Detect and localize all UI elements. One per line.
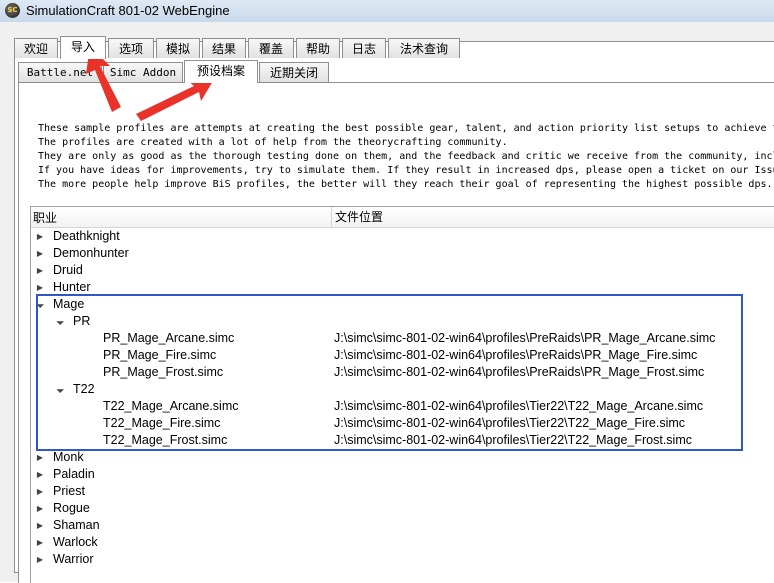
expanded-arrow-icon[interactable]: ◢ xyxy=(50,312,69,331)
collapsed-arrow-icon[interactable]: ▶ xyxy=(35,551,45,568)
main-tab-3[interactable]: 模拟 xyxy=(156,38,200,58)
tree-row-label: Shaman xyxy=(53,518,100,532)
title-bar: SC SimulationCraft 801-02 WebEngine xyxy=(0,0,774,23)
tree-row-label: Rogue xyxy=(53,501,90,515)
tree-row-label: Priest xyxy=(53,484,85,498)
collapsed-arrow-icon[interactable]: ▶ xyxy=(35,228,45,245)
tree-file-row[interactable]: PR_Mage_Arcane.simc J:\simc\simc-801-02-w… xyxy=(31,330,774,347)
tree-group-row[interactable]: ▶ Rogue xyxy=(31,500,774,517)
simc-logo-icon: SC xyxy=(5,3,20,18)
tree-row-label: Monk xyxy=(53,450,84,464)
tree-group-row[interactable]: ◢ PR xyxy=(31,313,774,330)
tree-row-label: PR_Mage_Fire.simc xyxy=(103,348,217,362)
description-line: If you have ideas for improvements, try … xyxy=(38,165,774,176)
main-tab-2[interactable]: 选项 xyxy=(108,38,154,58)
tree-row-label: Demonhunter xyxy=(53,246,129,260)
main-tab-0[interactable]: 欢迎 xyxy=(14,38,58,58)
tree-row-path: J:\simc\simc-801-02-win64\profiles\Tier2… xyxy=(334,416,686,430)
tree-group-row[interactable]: ▶ Druid xyxy=(31,262,774,279)
collapsed-arrow-icon[interactable]: ▶ xyxy=(35,483,45,500)
tree-row-label: Mage xyxy=(53,297,85,311)
tree-header: 职业 文件位置 xyxy=(31,207,774,228)
main-tab-8[interactable]: 法术查询 xyxy=(388,38,460,58)
main-tab-5[interactable]: 覆盖 xyxy=(248,38,294,58)
collapsed-arrow-icon[interactable]: ▶ xyxy=(35,517,45,534)
profiles-description: These sample profiles are attempts at cr… xyxy=(38,122,774,192)
main-tab-1[interactable]: 导入 xyxy=(60,36,106,59)
tree-group-row[interactable]: ▶ Priest xyxy=(31,483,774,500)
collapsed-arrow-icon[interactable]: ▶ xyxy=(35,449,45,466)
sub-tab-1[interactable]: Simc Addon xyxy=(103,62,183,82)
tree-group-row[interactable]: ▶ Paladin xyxy=(31,466,774,483)
tree-row-label: T22_Mage_Fire.simc xyxy=(103,416,221,430)
tree-row-label: T22 xyxy=(73,382,95,396)
tree-row-label: Hunter xyxy=(53,280,91,294)
collapsed-arrow-icon[interactable]: ▶ xyxy=(35,262,45,279)
tree-group-row[interactable]: ▶ Deathknight xyxy=(31,228,774,245)
tree-row-label: Druid xyxy=(53,263,83,277)
sub-tab-0[interactable]: Battle.net xyxy=(18,62,102,82)
description-line: The profiles are created with a lot of h… xyxy=(38,137,508,148)
main-tab-4[interactable]: 结果 xyxy=(202,38,246,58)
tree-file-row[interactable]: T22_Mage_Arcane.simc J:\simc\simc-801-02-… xyxy=(31,398,774,415)
tree-group-row[interactable]: ▶ Hunter xyxy=(31,279,774,296)
description-line: The more people help improve BiS profile… xyxy=(38,179,773,190)
collapsed-arrow-icon[interactable]: ▶ xyxy=(35,245,45,262)
tree-group-row[interactable]: ▶ Demonhunter xyxy=(31,245,774,262)
tree-file-row[interactable]: T22_Mage_Fire.simc J:\simc\simc-801-02-wi… xyxy=(31,415,774,432)
collapsed-arrow-icon[interactable]: ▶ xyxy=(35,279,45,296)
tree-group-row[interactable]: ▶ Warlock xyxy=(31,534,774,551)
tree-row-path: J:\simc\simc-801-02-win64\profiles\PreRa… xyxy=(334,365,705,379)
tree-row-label: Deathknight xyxy=(53,229,120,243)
collapsed-arrow-icon[interactable]: ▶ xyxy=(35,466,45,483)
collapsed-arrow-icon[interactable]: ▶ xyxy=(35,534,45,551)
tree-group-row[interactable]: ▶ Shaman xyxy=(31,517,774,534)
tree-group-row[interactable]: ◢ T22 xyxy=(31,381,774,398)
tree-row-label: PR xyxy=(73,314,91,328)
window-title: SimulationCraft 801-02 WebEngine xyxy=(26,3,230,18)
main-tab-6[interactable]: 帮助 xyxy=(296,38,340,58)
expanded-arrow-icon[interactable]: ◢ xyxy=(50,380,69,399)
tree-row-label: T22_Mage_Frost.simc xyxy=(103,433,228,447)
tree-row-path: J:\simc\simc-801-02-win64\profiles\Tier2… xyxy=(334,399,704,413)
tree-group-row[interactable]: ◢ Mage xyxy=(31,296,774,313)
tree-row-path: J:\simc\simc-801-02-win64\profiles\PreRa… xyxy=(334,331,716,345)
tree-row-path: J:\simc\simc-801-02-win64\profiles\PreRa… xyxy=(334,348,698,362)
tree-group-row[interactable]: ▶ Warrior xyxy=(31,551,774,568)
tree-file-row[interactable]: PR_Mage_Frost.simc J:\simc\simc-801-02-wi… xyxy=(31,364,774,381)
tree-group-row[interactable]: ▶ Monk xyxy=(31,449,774,466)
description-line: They are only as good as the thorough te… xyxy=(38,151,774,162)
tree-row-path: J:\simc\simc-801-02-win64\profiles\Tier2… xyxy=(334,433,692,447)
description-line: These sample profiles are attempts at cr… xyxy=(38,123,774,134)
tree-row-label: Paladin xyxy=(53,467,95,481)
tree-row-label: PR_Mage_Arcane.simc xyxy=(103,331,235,345)
collapsed-arrow-icon[interactable]: ▶ xyxy=(35,500,45,517)
tree-row-label: Warlock xyxy=(53,535,98,549)
tree-file-row[interactable]: PR_Mage_Fire.simc J:\simc\simc-801-02-win… xyxy=(31,347,774,364)
sub-tab-2[interactable]: 预设档案 xyxy=(184,60,258,83)
sub-tab-3[interactable]: 近期关闭 xyxy=(259,62,329,82)
tree-row-label: Warrior xyxy=(53,552,94,566)
column-header-file-location[interactable]: 文件位置 xyxy=(331,207,774,227)
main-tab-7[interactable]: 日志 xyxy=(342,38,386,58)
tree-row-label: PR_Mage_Frost.simc xyxy=(103,365,224,379)
expanded-arrow-icon[interactable]: ◢ xyxy=(31,295,50,314)
tree-row-label: T22_Mage_Arcane.simc xyxy=(103,399,239,413)
tree-file-row[interactable]: T22_Mage_Frost.simc J:\simc\simc-801-02-w… xyxy=(31,432,774,449)
profile-tree[interactable]: 职业 文件位置 ▶ Deathknight ▶ Demonhunter ▶ Druid ▶ H… xyxy=(30,206,774,583)
column-header-class[interactable]: 职业 xyxy=(33,209,57,226)
